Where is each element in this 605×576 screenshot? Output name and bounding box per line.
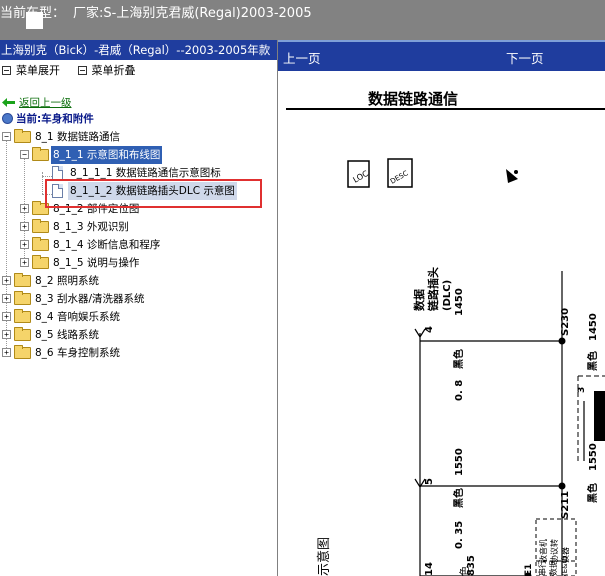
module-block [594,391,605,441]
tree-node-8-1-1-1[interactable]: 8_1_1_1 数据链路通信示意图标 [0,164,277,182]
tree-node-8-1-2[interactable]: + 8_1_2 部件定位图 [0,200,277,218]
folder-icon [32,237,49,251]
pin-5-label: 5 [424,478,435,485]
connector-label-1: 数据 [412,289,426,311]
wire-gauge-08: 0. 8 [454,380,465,401]
circuit-1450-left: 1450 [454,288,465,316]
page-nav-bar: 上一页 下一页 [278,40,605,71]
wiring-diagram: 数据链路通信 LOC DESC 数据 链路插头 (DLC) 4 5 14 145… [286,90,605,576]
expand-toggle-icon[interactable]: + [2,312,11,321]
prev-page-button[interactable]: 上一页 [283,48,321,67]
tree-node-8-1-3[interactable]: + 8_1_3 外观识别 [0,218,277,236]
diagram-title: 数据链路通信 [368,90,458,108]
document-viewer[interactable]: 数据链路通信 LOC DESC 数据 链路插头 (DLC) 4 5 14 145… [278,71,605,576]
tree-view: 返回上一级 当前:车身和附件 − 8_1 数据链路通信 − 8_1_1 示意图和… [0,40,277,576]
folder-icon [32,255,49,269]
tree-node-8-1-1-2[interactable]: 8_1_1_2 数据链路插头DLC 示意图 [0,182,277,200]
pin-e1-label: E1 [524,564,534,576]
current-location-row: 当前:车身和附件 [0,110,277,128]
folder-icon [32,201,49,215]
pin-14-label: 14 [424,562,435,576]
tree-node-label: 8_1_4 诊断信息和程序 [53,239,161,251]
tree-node-label: 8_1_5 说明与操作 [53,257,140,269]
loc-label: LOC [352,169,371,185]
expand-toggle-icon[interactable]: + [2,294,11,303]
circuit-1550-right: 1550 [588,443,599,471]
bottom-color-label: 色 [458,566,471,576]
expand-toggle-icon[interactable]: + [20,204,29,213]
back-arrow-icon [2,98,15,107]
tree-node-8-2[interactable]: + 8_2 照明系统 [0,272,277,290]
folder-icon [14,291,31,305]
tree-node-label: 8_1 数据链路通信 [35,131,120,143]
tree-node-label: 8_5 线路系统 [35,329,99,341]
tree-node-8-6[interactable]: + 8_6 车身控制系统 [0,344,277,362]
expand-toggle-icon[interactable]: + [20,258,29,267]
pin-4-label: 4 [424,326,435,333]
serial-label-3: (E&C) [561,556,569,576]
tree-node-8-1-4[interactable]: + 8_1_4 诊断信息和程序 [0,236,277,254]
wire-color-black: 黑色 [452,488,465,508]
tree-node-label: 8_1_1_1 数据链路通信示意图标 [70,167,221,179]
folder-open-icon [32,147,49,161]
expand-toggle-icon[interactable]: + [2,276,11,285]
current-model-title: 当前车型：厂家:S-上海别克君威(Regal)2003-2005 [0,2,312,21]
converter-label-2: 协议转 [549,539,559,563]
next-page-button[interactable]: 下一页 [506,48,544,67]
tree-node-label-active: 8_1_1_2 数据链路插头DLC 示意图 [68,182,237,200]
tree-node-label: 8_1_3 外观识别 [53,221,129,233]
wire-color-black: 黑色 [586,483,599,503]
tree-node-label: 8_1_2 部件定位图 [53,203,140,215]
tree-node-8-4[interactable]: + 8_4 音响娱乐系统 [0,308,277,326]
serial-label-1: 串行 [537,560,547,576]
tree-node-label: 8_2 照明系统 [35,275,99,287]
tree-node-label-selected: 8_1_1 示意图和布线图 [51,146,163,164]
collapse-toggle-icon[interactable]: − [20,150,29,159]
globe-icon [2,113,13,124]
folder-icon [32,219,49,233]
top-bar: 当前车型：厂家:S-上海别克君威(Regal)2003-2005 [0,0,605,40]
tree-node-label: 8_4 音响娱乐系统 [35,311,120,323]
folder-open-icon [14,129,31,143]
collapse-toggle-icon[interactable]: − [2,132,11,141]
document-icon [52,184,63,198]
current-model-value: 厂家:S-上海别克君威(Regal)2003-2005 [73,6,312,21]
tree-node-label: 8_3 刮水器/清洗器系统 [35,293,145,305]
wire-color-black: 黑色 [452,349,465,369]
expand-toggle-icon[interactable]: + [20,222,29,231]
serial-label-2: 数据 [548,560,558,576]
tree-node-8-5[interactable]: + 8_5 线路系统 [0,326,277,344]
window-icon[interactable] [26,12,43,29]
circuit-1450-right: 1450 [588,313,599,341]
tree-node-8-1[interactable]: − 8_1 数据链路通信 [0,128,277,146]
converter-label-1: 收音机 [538,539,548,563]
esd-warning-dot [514,170,518,174]
expand-toggle-icon[interactable]: + [20,240,29,249]
connector-label-2: 链路插头 [426,267,440,311]
circuit-1550-left: 1550 [454,448,465,476]
tree-node-8-3[interactable]: + 8_3 刮水器/清洗器系统 [0,290,277,308]
folder-icon [14,327,31,341]
current-location: 当前:车身和附件 [16,113,94,125]
module-pin-3: 3 [577,387,587,393]
document-panel: 上一页 下一页 数据链路通信 LOC DESC 数据 链路插头 (DLC) 4 … [278,40,605,576]
tree-node-8-1-5[interactable]: + 8_1_5 说明与操作 [0,254,277,272]
tree-node-8-1-1[interactable]: − 8_1_1 示意图和布线图 [0,146,277,164]
left-tree-panel: 上海别克（Bick）-君威（Regal）--2003-2005年款 菜单展开 菜… [0,40,278,576]
tree-node-label: 8_6 车身控制系统 [35,347,120,359]
expand-toggle-icon[interactable]: + [2,330,11,339]
expand-toggle-icon[interactable]: + [2,348,11,357]
folder-icon [14,309,31,323]
wire-gauge-035: 0. 35 [454,521,465,549]
desc-label: DESC [389,169,410,186]
document-icon [52,166,63,180]
folder-icon [14,273,31,287]
folder-icon [14,345,31,359]
side-label: 示意图 [316,537,332,576]
wire-color-black: 黑色 [586,351,599,371]
connector-label-3: (DLC) [442,280,453,311]
